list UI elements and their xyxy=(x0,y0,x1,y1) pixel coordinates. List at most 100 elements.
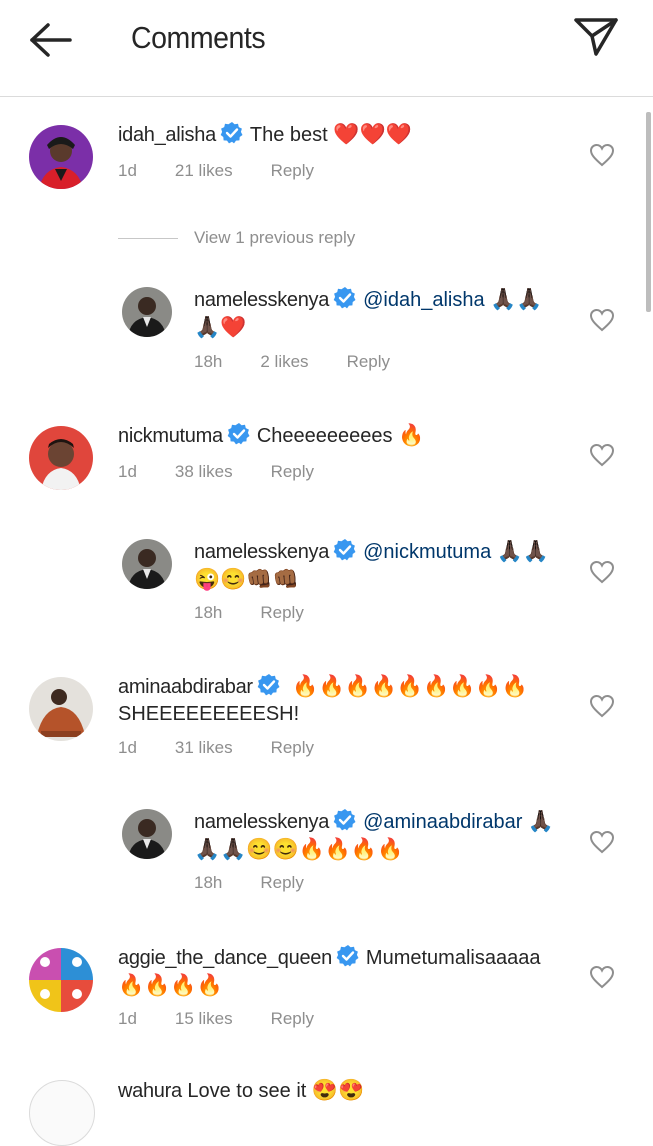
verified-badge-icon xyxy=(220,122,243,144)
avatar[interactable] xyxy=(122,809,172,859)
comment-emojis: 🔥 xyxy=(398,424,425,447)
comment-text: SHEEEEEEEEESH! xyxy=(118,703,300,725)
comment-emojis: 😍😍 xyxy=(311,1079,365,1102)
avatar-image xyxy=(122,809,172,859)
back-button[interactable] xyxy=(26,20,74,60)
comment-body: idah_alisha The best ❤️❤️❤️ xyxy=(118,121,588,149)
username[interactable]: wahura xyxy=(118,1080,182,1102)
comment-emojis: 🙏🏿🙏🏿 xyxy=(496,540,550,563)
avatar[interactable] xyxy=(29,426,93,490)
heart-icon[interactable] xyxy=(589,694,615,718)
verified-badge-icon xyxy=(227,423,250,445)
comment-text: Cheeeeeeeees xyxy=(256,425,393,447)
verified-badge-icon xyxy=(333,539,356,561)
comment-body: wahura Love to see it 😍😍 xyxy=(118,1077,588,1105)
comment-time: 18h xyxy=(194,603,223,622)
avatar-image xyxy=(122,287,172,337)
comment-text: The best xyxy=(249,124,328,146)
username[interactable]: namelesskenya xyxy=(194,541,329,563)
comment-emojis-line2: 🙏🏿❤️ xyxy=(194,316,247,339)
comment-meta: 1d 31 likes Reply xyxy=(118,738,352,758)
avatar-image xyxy=(29,948,93,1012)
reply-button[interactable]: Reply xyxy=(260,873,303,892)
avatar[interactable] xyxy=(29,1080,95,1146)
verified-badge-icon xyxy=(336,945,359,967)
view-previous-reply-button[interactable]: View 1 previous reply xyxy=(118,226,355,250)
username[interactable]: aggie_the_dance_queen xyxy=(118,947,332,969)
reply-button[interactable]: Reply xyxy=(271,738,314,757)
avatar[interactable] xyxy=(29,948,93,1012)
reply-button[interactable]: Reply xyxy=(271,462,314,481)
likes-count[interactable]: 2 likes xyxy=(260,352,308,371)
avatar-image xyxy=(29,125,93,189)
heart-icon[interactable] xyxy=(589,965,615,989)
likes-count[interactable]: 15 likes xyxy=(175,1009,233,1028)
header: Comments xyxy=(0,0,653,97)
likes-count[interactable]: 38 likes xyxy=(175,462,233,481)
username[interactable]: namelesskenya xyxy=(194,289,329,311)
verified-badge-icon xyxy=(333,287,356,309)
view-previous-reply-label: View 1 previous reply xyxy=(194,228,356,247)
username[interactable]: idah_alisha xyxy=(118,124,216,146)
comment-body: aminaabdirabar 🔥🔥🔥🔥🔥🔥🔥🔥🔥 SHEEEEEEEEESH! xyxy=(118,673,588,728)
reply-meta: 18h 2 likes Reply xyxy=(194,352,428,372)
comment-body: aggie_the_dance_queen Mumetumalisaaaaa 🔥🔥🔥… xyxy=(118,944,588,1000)
comment-time: 18h xyxy=(194,873,223,892)
comment-meta: 1d 15 likes Reply xyxy=(118,1009,352,1029)
paper-plane-icon xyxy=(574,18,618,56)
comment-emojis: 🔥🔥🔥🔥 xyxy=(118,974,223,997)
comment-time: 1d xyxy=(118,738,137,757)
reply-button[interactable]: Reply xyxy=(271,161,314,180)
verified-badge-icon xyxy=(257,674,280,696)
username[interactable]: nickmutuma xyxy=(118,425,223,447)
avatar[interactable] xyxy=(29,125,93,189)
avatar-image xyxy=(29,426,93,490)
comment-text: Love to see it xyxy=(187,1080,307,1102)
reply-meta: 18h Reply xyxy=(194,603,342,623)
comment-meta: 1d 38 likes Reply xyxy=(118,462,352,482)
heart-icon[interactable] xyxy=(589,308,615,332)
likes-count[interactable]: 31 likes xyxy=(175,738,233,757)
likes-count[interactable]: 21 likes xyxy=(175,161,233,180)
comment-body: nickmutuma Cheeeeeeeees 🔥 xyxy=(118,422,588,450)
comment-time: 18h xyxy=(194,352,223,371)
reply-button[interactable]: Reply xyxy=(260,603,303,622)
scrollbar[interactable] xyxy=(646,112,651,312)
comment-time: 1d xyxy=(118,1009,137,1028)
heart-icon[interactable] xyxy=(589,830,615,854)
comment-emojis: ❤️❤️❤️ xyxy=(333,123,412,146)
avatar-image xyxy=(29,677,93,741)
comment-text: Mumetumalisaaaaa xyxy=(365,947,541,969)
comment-time: 1d xyxy=(118,161,137,180)
comment-emojis: 🙏🏿 xyxy=(527,810,555,833)
username[interactable]: namelesskenya xyxy=(194,811,329,833)
reply-meta: 18h Reply xyxy=(194,873,342,893)
comment-emojis: 🙏🏿🙏🏿 xyxy=(490,288,543,311)
reply-button[interactable]: Reply xyxy=(271,1009,314,1028)
mention-link[interactable]: @nickmutuma xyxy=(363,541,491,563)
avatar-image xyxy=(122,539,172,589)
comment-emojis-line2: 🙏🏿🙏🏿😊😊🔥🔥🔥🔥 xyxy=(194,838,404,861)
reply-body: namelesskenya @aminaabdirabar 🙏🏿 🙏🏿🙏🏿😊😊🔥🔥🔥… xyxy=(194,808,564,864)
page-title: Comments xyxy=(131,20,266,55)
comment-emojis: 🔥🔥🔥🔥🔥🔥🔥🔥🔥 xyxy=(292,675,528,698)
reply-body: namelesskenya @idah_alisha 🙏🏿🙏🏿 🙏🏿❤️ xyxy=(194,286,564,342)
heart-icon[interactable] xyxy=(589,143,615,167)
heart-icon[interactable] xyxy=(589,560,615,584)
mention-link[interactable]: @idah_alisha xyxy=(363,289,485,311)
share-button[interactable] xyxy=(572,14,620,58)
verified-badge-icon xyxy=(333,809,356,831)
avatar[interactable] xyxy=(122,287,172,337)
avatar[interactable] xyxy=(29,677,93,741)
username[interactable]: aminaabdirabar xyxy=(118,676,253,698)
reply-button[interactable]: Reply xyxy=(347,352,390,371)
arrow-left-icon xyxy=(30,23,72,57)
comment-emojis-line2: 😜😊👊🏾👊🏾 xyxy=(194,568,299,591)
mention-link[interactable]: @aminaabdirabar xyxy=(363,811,522,833)
divider-line xyxy=(118,237,178,239)
comment-time: 1d xyxy=(118,462,137,481)
reply-body: namelesskenya @nickmutuma 🙏🏿🙏🏿 😜😊👊🏾👊🏾 xyxy=(194,538,564,594)
comment-meta: 1d 21 likes Reply xyxy=(118,161,352,181)
avatar[interactable] xyxy=(122,539,172,589)
heart-icon[interactable] xyxy=(589,443,615,467)
